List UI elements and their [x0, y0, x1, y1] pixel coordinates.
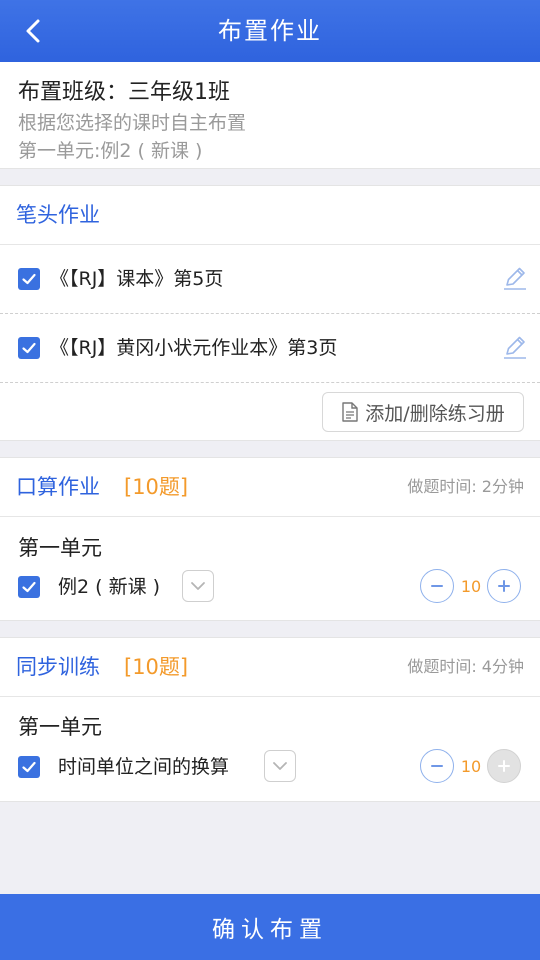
check-icon	[22, 581, 36, 593]
written-homework-card: 笔头作业 《【RJ】课本》第5页 《【RJ】黄冈小状元作业本》第3页 添加/删除…	[0, 185, 540, 441]
plus-icon	[498, 760, 510, 772]
oral-section-title: 口算作业	[16, 475, 100, 499]
chevron-down-icon	[191, 582, 205, 590]
oral-question-count: [10题]	[124, 475, 189, 499]
oral-homework-card: 口算作业 [10题] 做题时间: 2分钟 第一单元 例2 ( 新课 ) 10	[0, 457, 540, 621]
book-label: 《【RJ】黄冈小状元作业本》第3页	[50, 337, 338, 359]
divider	[0, 382, 540, 383]
class-line: 布置班级：三年级1班	[18, 80, 230, 105]
written-section-title: 笔头作业	[16, 203, 100, 227]
sync-item-row: 时间单位之间的换算 10	[0, 747, 540, 787]
confirm-assign-label: 确认布置	[212, 917, 328, 943]
oral-increase-button[interactable]	[487, 569, 521, 603]
sync-item-label: 时间单位之间的换算	[58, 756, 230, 778]
oral-item-row: 例2 ( 新课 ) 10	[0, 567, 540, 607]
plus-icon	[498, 580, 510, 592]
check-icon	[22, 761, 36, 773]
oral-time: 做题时间: 2分钟	[407, 477, 524, 496]
book-checkbox[interactable]	[18, 337, 40, 359]
written-section-header: 笔头作业	[0, 186, 540, 245]
document-icon	[342, 402, 358, 422]
oral-unit-title: 第一单元	[18, 536, 102, 560]
oral-section-header: 口算作业 [10题] 做题时间: 2分钟	[0, 458, 540, 517]
minus-icon	[431, 585, 443, 587]
chevron-down-icon	[273, 762, 287, 770]
book-label: 《【RJ】课本》第5页	[50, 268, 224, 290]
check-icon	[22, 342, 36, 354]
class-info-panel: 布置班级：三年级1班 根据您选择的课时自主布置 第一单元:例2 ( 新课 )	[0, 62, 540, 169]
edit-pencil-icon[interactable]	[502, 265, 528, 291]
oral-quantity: 10	[460, 577, 482, 596]
page-title: 布置作业	[218, 17, 322, 45]
oral-item-dropdown[interactable]	[182, 570, 214, 602]
sync-training-card: 同步训练 [10题] 做题时间: 4分钟 第一单元 时间单位之间的换算 10	[0, 637, 540, 802]
sync-decrease-button[interactable]	[420, 749, 454, 783]
sync-quantity: 10	[460, 757, 482, 776]
top-bar: 布置作业	[0, 0, 540, 62]
sync-item-checkbox[interactable]	[18, 756, 40, 778]
check-icon	[22, 273, 36, 285]
sync-item-dropdown[interactable]	[264, 750, 296, 782]
sync-unit-title: 第一单元	[18, 715, 102, 739]
oral-decrease-button[interactable]	[420, 569, 454, 603]
sync-section-title: 同步训练	[16, 655, 100, 679]
edit-pencil-icon[interactable]	[502, 334, 528, 360]
book-row[interactable]: 《【RJ】课本》第5页	[0, 245, 540, 313]
add-remove-workbook-label: 添加/删除练习册	[365, 402, 505, 425]
add-remove-workbook-button[interactable]: 添加/删除练习册	[322, 392, 524, 432]
hint-text: 根据您选择的课时自主布置	[18, 112, 247, 134]
sync-question-count: [10题]	[124, 655, 189, 679]
sync-increase-button[interactable]	[487, 749, 521, 783]
sync-time: 做题时间: 4分钟	[407, 657, 524, 676]
lesson-text: 第一单元:例2 ( 新课 )	[18, 140, 203, 162]
confirm-assign-button[interactable]: 确认布置	[0, 894, 540, 960]
book-row[interactable]: 《【RJ】黄冈小状元作业本》第3页	[0, 314, 540, 382]
oral-item-label: 例2 ( 新课 )	[58, 576, 161, 598]
oral-item-checkbox[interactable]	[18, 576, 40, 598]
book-checkbox[interactable]	[18, 268, 40, 290]
minus-icon	[431, 765, 443, 767]
sync-section-header: 同步训练 [10题] 做题时间: 4分钟	[0, 638, 540, 697]
